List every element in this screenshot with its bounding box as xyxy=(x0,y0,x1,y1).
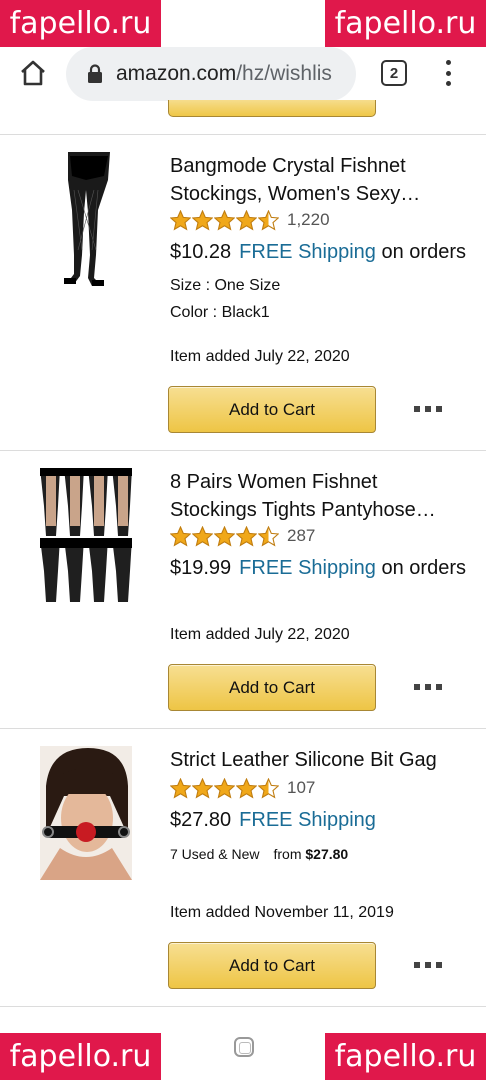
product-title[interactable]: Strict Leather Silicone Bit Gag xyxy=(170,746,470,774)
more-options-icon[interactable] xyxy=(414,960,442,970)
product-title-line: Stockings Tights Pantyhose… xyxy=(170,499,436,521)
tab-switcher-button[interactable]: 2 xyxy=(381,60,407,86)
star-icon xyxy=(192,209,213,231)
star-icon xyxy=(258,209,279,231)
rating-row[interactable]: 287 xyxy=(170,524,315,548)
color-label: Color : Black1 xyxy=(170,304,270,321)
previous-add-to-cart-button[interactable] xyxy=(168,100,376,117)
star-icon xyxy=(258,777,279,799)
add-to-cart-button[interactable]: Add to Cart xyxy=(168,386,376,433)
size-label: Size : One Size xyxy=(170,277,281,294)
price: $19.99 xyxy=(170,557,232,579)
shipping-suffix: on orders xyxy=(381,241,466,263)
address-bar[interactable]: amazon.com/hz/wishlis xyxy=(66,47,356,101)
more-options-icon[interactable] xyxy=(414,404,442,414)
star-icon xyxy=(258,525,279,547)
from-price: $27.80 xyxy=(305,846,349,862)
price-line: $27.80 FREE Shipping xyxy=(170,806,470,834)
price-line: $10.28 FREE Shipping on orders xyxy=(170,238,470,266)
product-title[interactable]: 8 Pairs Women Fishnet Stockings Tights P… xyxy=(170,468,470,524)
price: $27.80 xyxy=(170,809,232,831)
product-image[interactable] xyxy=(38,466,134,604)
review-count: 1,220 xyxy=(287,210,330,229)
product-title-line: Strict Leather Silicone Bit Gag xyxy=(170,749,437,771)
add-to-cart-button[interactable]: Add to Cart xyxy=(168,664,376,711)
product-image[interactable] xyxy=(38,150,134,290)
used-and-new-offers[interactable]: 7 Used & New from $27.80 xyxy=(170,846,348,862)
product-image[interactable] xyxy=(40,746,132,880)
system-home-icon[interactable] xyxy=(234,1037,254,1057)
star-icon xyxy=(170,525,191,547)
watermark-logo: fapello.ru xyxy=(325,1033,486,1080)
star-icon xyxy=(214,525,235,547)
star-rating xyxy=(170,777,279,799)
item-divider xyxy=(0,134,486,135)
url-text: amazon.com/hz/wishlis xyxy=(116,62,332,85)
review-count: 107 xyxy=(287,778,316,797)
review-count: 287 xyxy=(287,526,316,545)
price: $10.28 xyxy=(170,241,232,263)
product-title-line: Stockings, Women's Sexy… xyxy=(170,183,421,205)
star-icon xyxy=(170,777,191,799)
lock-icon xyxy=(84,63,106,85)
watermark-logo: fapello.ru xyxy=(0,0,161,47)
star-icon xyxy=(192,525,213,547)
star-icon xyxy=(214,777,235,799)
star-icon xyxy=(170,209,191,231)
star-icon xyxy=(236,525,257,547)
free-shipping-link[interactable]: FREE Shipping xyxy=(239,241,376,263)
rating-row[interactable]: 1,220 xyxy=(170,208,330,232)
star-icon xyxy=(192,777,213,799)
star-icon xyxy=(236,777,257,799)
star-icon xyxy=(214,209,235,231)
add-to-cart-button[interactable]: Add to Cart xyxy=(168,942,376,989)
star-icon xyxy=(236,209,257,231)
product-title[interactable]: Bangmode Crystal Fishnet Stockings, Wome… xyxy=(170,152,470,208)
item-divider xyxy=(0,728,486,729)
item-added-date: Item added July 22, 2020 xyxy=(170,348,350,365)
used-new-label: 7 Used & New xyxy=(170,846,260,862)
home-icon[interactable] xyxy=(16,56,50,90)
shipping-suffix: on orders xyxy=(381,557,466,579)
watermark-logo: fapello.ru xyxy=(0,1033,161,1080)
price-line: $19.99 FREE Shipping on orders xyxy=(170,554,470,582)
item-divider xyxy=(0,450,486,451)
star-rating xyxy=(170,525,279,547)
item-added-date: Item added November 11, 2019 xyxy=(170,904,394,921)
product-title-line: Bangmode Crystal Fishnet xyxy=(170,155,406,177)
free-shipping-link[interactable]: FREE Shipping xyxy=(239,557,376,579)
item-divider xyxy=(0,1006,486,1007)
watermark-logo: fapello.ru xyxy=(325,0,486,47)
item-added-date: Item added July 22, 2020 xyxy=(170,626,350,643)
rating-row[interactable]: 107 xyxy=(170,776,315,800)
star-rating xyxy=(170,209,279,231)
overflow-menu-icon[interactable] xyxy=(438,58,458,88)
more-options-icon[interactable] xyxy=(414,682,442,692)
product-title-line: 8 Pairs Women Fishnet xyxy=(170,471,378,493)
free-shipping-link[interactable]: FREE Shipping xyxy=(239,809,376,831)
from-label: from xyxy=(273,846,302,862)
